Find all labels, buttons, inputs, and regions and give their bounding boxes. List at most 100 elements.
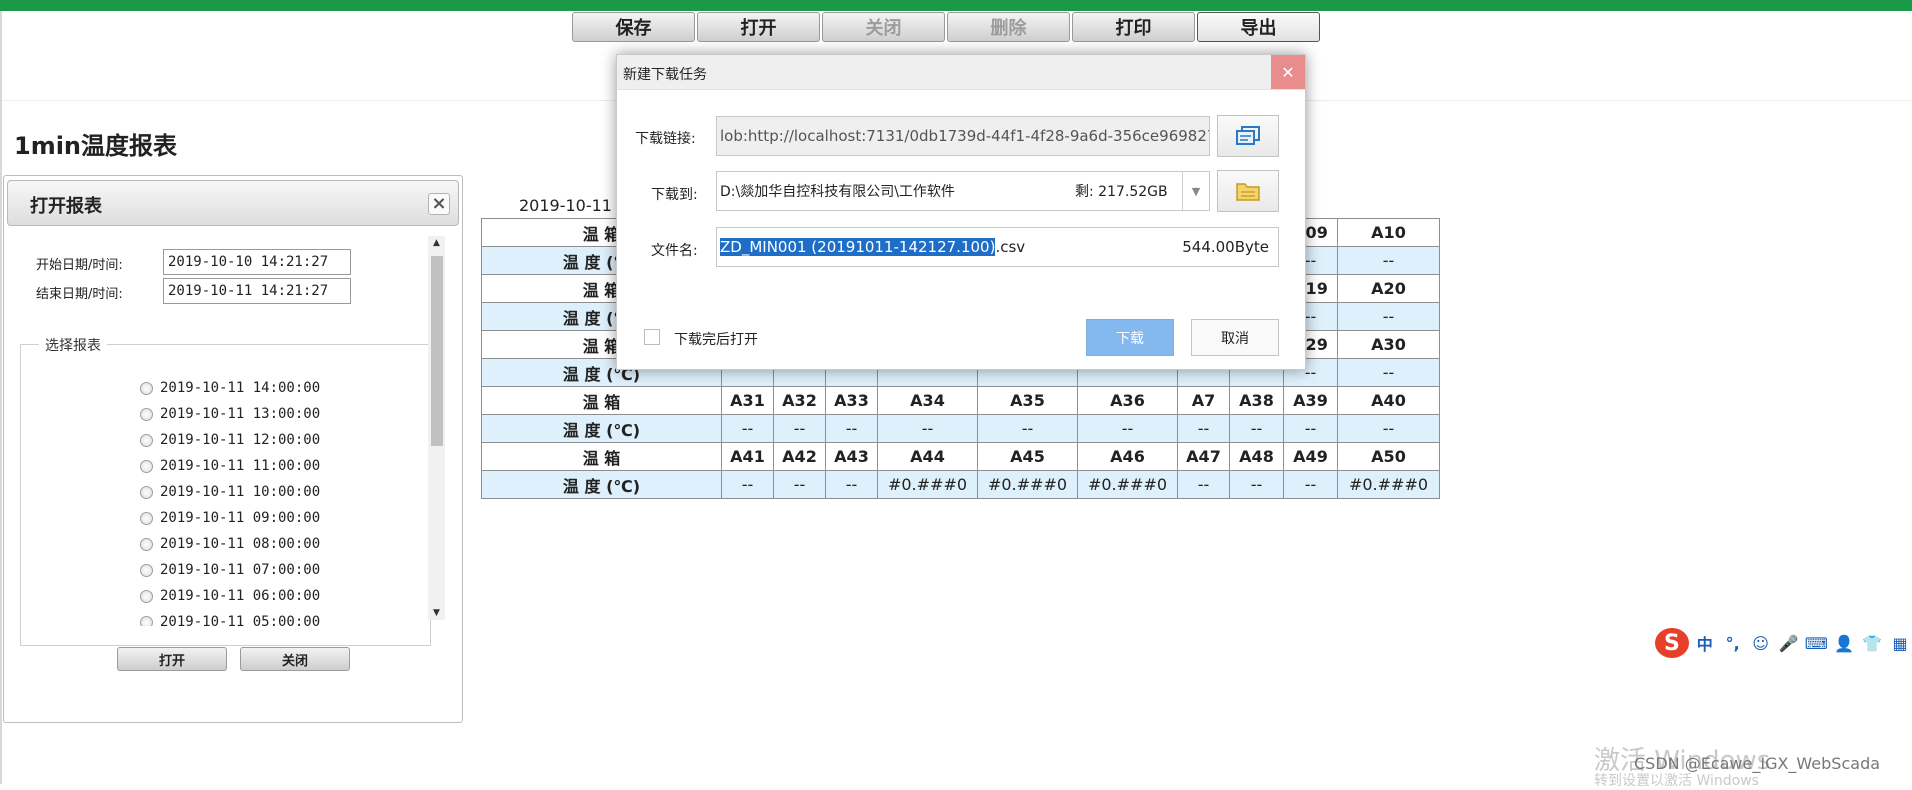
scroll-thumb[interactable] (431, 256, 443, 446)
microphone-icon[interactable]: 🎤 (1777, 631, 1801, 655)
report-list[interactable]: 2019-10-11 14:00:00 2019-10-11 13:00:00 20… (22, 358, 424, 626)
scroll-up-icon[interactable]: ▲ (428, 236, 445, 250)
report-option[interactable]: 2019-10-11 14:00:00 (140, 378, 320, 398)
panel-close-button[interactable]: 关闭 (240, 647, 350, 671)
report-option[interactable]: 2019-10-11 09:00:00 (140, 508, 320, 528)
radio-icon[interactable] (140, 459, 153, 473)
table-row: 温 度 (℃) -- -- -- -- -- -- -- -- -- -- (481, 414, 1440, 443)
list-scrollbar[interactable]: ▲ ▼ (428, 236, 445, 620)
table-cell: -- (773, 414, 826, 443)
radio-icon[interactable] (140, 537, 153, 551)
radio-icon[interactable] (140, 589, 153, 603)
table-cell: -- (877, 414, 978, 443)
export-button[interactable]: 导出 (1197, 12, 1320, 42)
table-cell: A36 (1077, 386, 1178, 415)
download-path-field[interactable]: D:\燚加华自控科技有限公司\工作软件 剩: 217.52GB ▼ (716, 171, 1210, 211)
table-cell: -- (1077, 414, 1178, 443)
table-cell: A47 (1177, 442, 1230, 471)
radio-icon[interactable] (140, 485, 153, 499)
table-cell: #0.###0 (1077, 470, 1178, 499)
table-cell: -- (825, 414, 878, 443)
emoji-icon[interactable]: ☺ (1749, 631, 1773, 655)
sogou-logo-icon[interactable]: S (1655, 628, 1689, 658)
table-cell: -- (1177, 470, 1230, 499)
browse-folder-button[interactable] (1217, 170, 1279, 212)
table-cell: A49 (1283, 442, 1338, 471)
table-cell: -- (773, 470, 826, 499)
close-button[interactable]: 关闭 (822, 12, 945, 42)
table-cell: A43 (825, 442, 878, 471)
panel-open-button[interactable]: 打开 (117, 647, 227, 671)
table-cell: -- (1337, 358, 1440, 387)
report-option[interactable]: 2019-10-11 08:00:00 (140, 534, 320, 554)
download-link-field[interactable]: lob:http://localhost:7131/0db1739d-44f1-… (716, 116, 1210, 156)
dialog-title: 新建下载任务 (623, 67, 707, 83)
dialog-header: 新建下载任务 ✕ (617, 55, 1305, 90)
table-cell: 温 箱 (481, 386, 722, 415)
table-cell: A41 (721, 442, 774, 471)
table-cell: A40 (1337, 386, 1440, 415)
save-button[interactable]: 保存 (572, 12, 695, 42)
table-cell: A31 (721, 386, 774, 415)
download-dialog: 新建下载任务 ✕ 下载链接: lob:http://localhost:7131… (616, 54, 1306, 370)
copy-link-button[interactable] (1217, 115, 1279, 157)
table-cell: A20 (1337, 274, 1440, 303)
radio-icon[interactable] (140, 407, 153, 421)
end-datetime-input[interactable] (163, 278, 351, 304)
filename-label: 文件名: (651, 243, 698, 259)
table-cell: -- (977, 414, 1078, 443)
open-after-label: 下载完后打开 (674, 332, 758, 348)
table-cell: #0.###0 (1337, 470, 1440, 499)
radio-icon[interactable] (140, 615, 153, 626)
table-cell: A48 (1229, 442, 1284, 471)
file-size: 544.00Byte (1182, 238, 1269, 256)
toolbar: 保存 打开 关闭 删除 打印 导出 (572, 12, 1320, 42)
keyboard-icon[interactable]: ⌨ (1804, 631, 1828, 655)
table-cell: -- (1229, 414, 1284, 443)
report-option[interactable]: 2019-10-11 11:00:00 (140, 456, 320, 476)
report-option[interactable]: 2019-10-11 10:00:00 (140, 482, 320, 502)
radio-icon[interactable] (140, 381, 153, 395)
path-value: D:\燚加华自控科技有限公司\工作软件 (720, 184, 955, 200)
user-icon[interactable]: 👤 (1832, 631, 1856, 655)
dialog-close-icon[interactable]: ✕ (1271, 55, 1305, 89)
chinese-mode-icon[interactable]: 中 (1693, 631, 1717, 655)
table-cell: A7 (1177, 386, 1230, 415)
cancel-button[interactable]: 取消 (1191, 319, 1279, 356)
delete-button[interactable]: 删除 (947, 12, 1070, 42)
open-after-checkbox[interactable] (644, 329, 660, 345)
punctuation-icon[interactable]: °, (1721, 631, 1745, 655)
scroll-down-icon[interactable]: ▼ (428, 606, 445, 620)
table-cell: 温 度 (℃) (481, 414, 722, 443)
radio-icon[interactable] (140, 563, 153, 577)
page-title: 1min温度报表 (14, 132, 178, 160)
start-datetime-input[interactable] (163, 249, 351, 275)
open-report-panel: 打开报表 × 开始日期/时间: 结束日期/时间: 选择报表 2019-10-11… (3, 175, 463, 723)
print-button[interactable]: 打印 (1072, 12, 1195, 42)
table-cell: A32 (773, 386, 826, 415)
skin-icon[interactable]: 👕 (1860, 631, 1884, 655)
table-cell: -- (721, 470, 774, 499)
radio-icon[interactable] (140, 511, 153, 525)
table-cell: A34 (877, 386, 978, 415)
table-cell: A10 (1337, 218, 1440, 247)
report-option[interactable]: 2019-10-11 13:00:00 (140, 404, 320, 424)
table-cell: A42 (773, 442, 826, 471)
report-option[interactable]: 2019-10-11 07:00:00 (140, 560, 320, 580)
report-option[interactable]: 2019-10-11 05:00:00 (140, 612, 320, 626)
path-dropdown-icon[interactable]: ▼ (1182, 172, 1209, 210)
panel-header: 打开报表 × (7, 180, 459, 226)
table-row: 温 箱 A41 A42 A43 A44 A45 A46 A47 A48 A49 A50 (481, 442, 1440, 471)
report-option[interactable]: 2019-10-11 12:00:00 (140, 430, 320, 450)
filename-input[interactable]: ZD_MIN001 (20191011-142127.100) .csv 544.… (716, 227, 1279, 267)
table-cell: -- (1229, 470, 1284, 499)
folder-icon (1236, 183, 1260, 201)
report-option[interactable]: 2019-10-11 06:00:00 (140, 586, 320, 606)
table-cell: A39 (1283, 386, 1338, 415)
free-space: 剩: 217.52GB (1075, 184, 1168, 200)
open-button[interactable]: 打开 (697, 12, 820, 42)
panel-close-icon[interactable]: × (428, 193, 450, 215)
toolbox-icon[interactable]: ▦ (1888, 631, 1912, 655)
radio-icon[interactable] (140, 433, 153, 447)
download-button[interactable]: 下载 (1086, 319, 1174, 356)
